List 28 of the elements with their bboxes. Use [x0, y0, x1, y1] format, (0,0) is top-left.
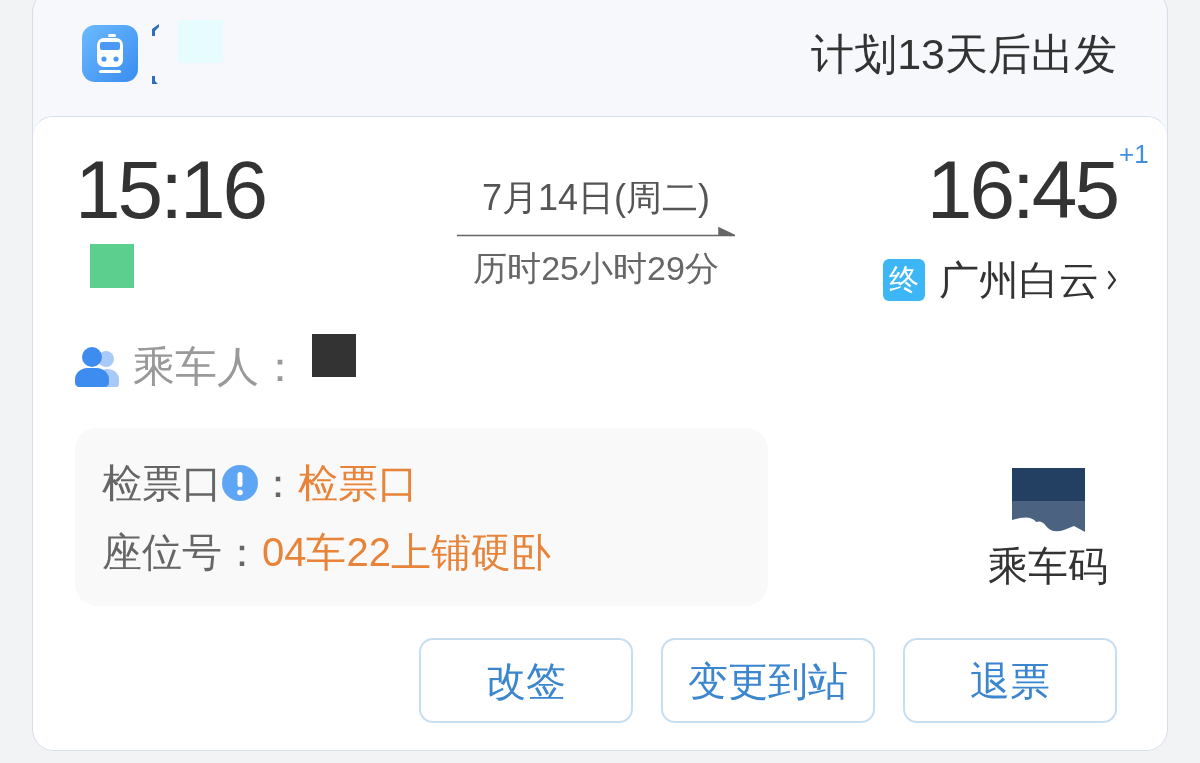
field-label: 检票口 — [102, 460, 222, 505]
arrow-icon — [457, 225, 735, 237]
field-value: 04车22上铺硬卧 — [262, 529, 551, 574]
passenger-label: 乘车人： — [133, 345, 301, 389]
arrival-station[interactable]: 广州白云 — [939, 259, 1099, 301]
action-button[interactable]: 改签 — [419, 638, 633, 723]
redacted-text-fragment — [152, 23, 159, 84]
people-icon — [75, 347, 119, 387]
redacted-block — [90, 244, 134, 288]
redacted-qr-code[interactable] — [1011, 468, 1085, 532]
boarding-code-label[interactable]: 乘车码 — [988, 544, 1108, 588]
info-icon[interactable] — [222, 464, 258, 501]
action-button[interactable]: 变更到站 — [661, 638, 875, 723]
redacted-block — [312, 334, 356, 377]
label-colon: ： — [222, 529, 262, 574]
departure-countdown: 计划13天后出发 — [811, 28, 1117, 79]
travel-date: 7月14日(周二) — [481, 178, 710, 218]
terminal-badge: 终 — [883, 259, 925, 301]
day-offset-label: +1 — [1119, 140, 1149, 168]
field-value: 检票口 — [298, 460, 418, 505]
action-button[interactable]: 退票 — [903, 638, 1117, 723]
train-app-icon — [82, 25, 138, 82]
label-colon: ： — [258, 460, 298, 505]
departure-time: 15:16 — [75, 150, 266, 230]
arrival-time: 16:45 — [926, 150, 1117, 230]
chevron-right-icon — [1107, 270, 1117, 290]
field-label: 座位号 — [102, 529, 222, 574]
travel-duration: 历时25小时29分 — [473, 248, 719, 288]
